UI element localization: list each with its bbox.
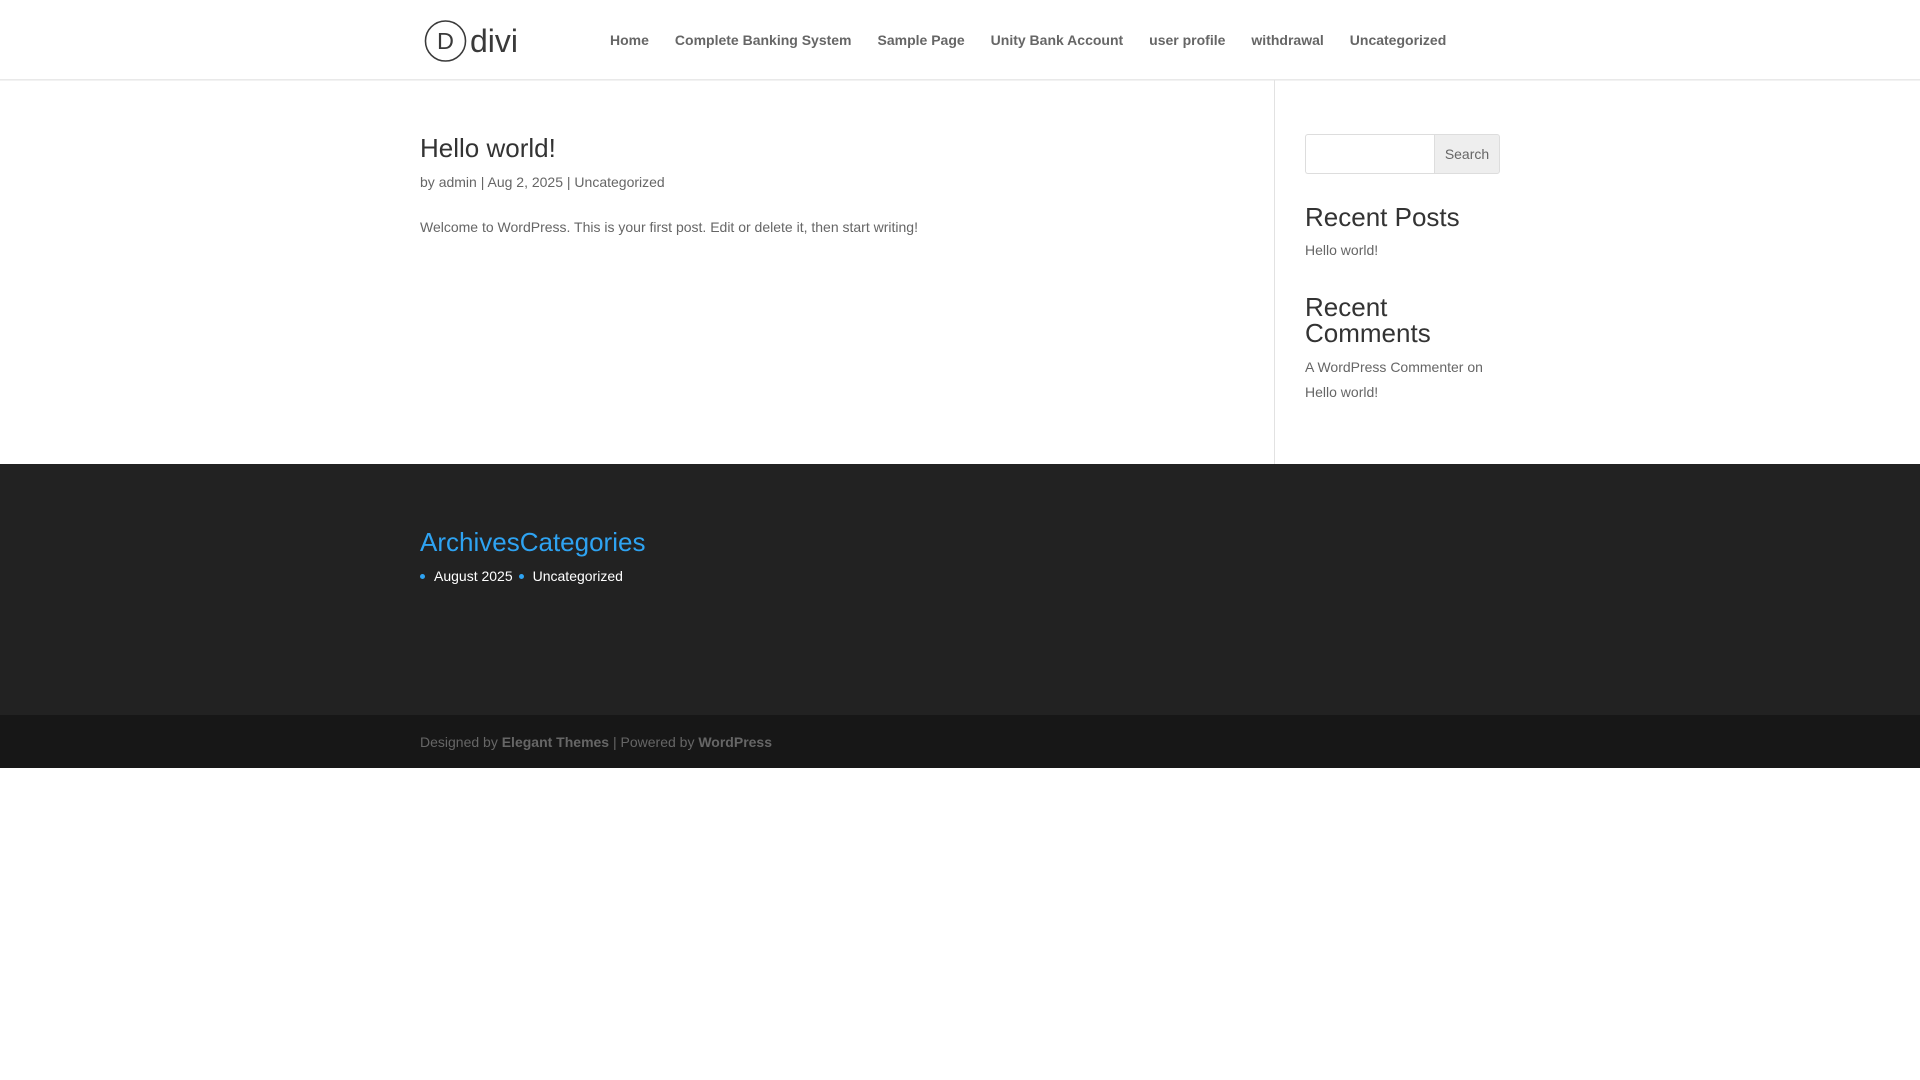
credits-designed-by: Designed by <box>420 734 498 750</box>
main-content: Hello world! by admin | Aug 2, 2025 | Un… <box>420 80 1275 464</box>
meta-prefix: by <box>420 174 435 190</box>
credits-powered-by: | Powered by <box>612 734 695 750</box>
search-input[interactable] <box>1305 134 1434 174</box>
footer-credits: Designed by Elegant Themes | Powered by … <box>420 732 772 752</box>
nav-item-uncategorized[interactable]: Uncategorized <box>1350 32 1446 48</box>
divi-logo-icon: D <box>424 20 467 62</box>
recent-comments-title: Recent Comments <box>1305 292 1431 348</box>
recent-post-link[interactable]: Hello world! <box>1305 238 1378 263</box>
elegant-themes-link[interactable]: Elegant Themes <box>502 734 609 750</box>
meta-separator: | <box>480 174 485 190</box>
bullet-icon <box>518 573 524 579</box>
post-meta: by admin | Aug 2, 2025 | Uncategorized <box>420 172 665 192</box>
post-category-link[interactable]: Uncategorized <box>574 174 664 190</box>
sidebar-divider <box>1274 80 1275 464</box>
nav-item-complete-banking-system[interactable]: Complete Banking System <box>675 32 852 48</box>
bullet-icon <box>420 573 425 579</box>
category-link-uncategorized[interactable]: Uncategorized <box>533 566 623 586</box>
post-title[interactable]: Hello world! <box>420 130 556 166</box>
comment-on-text: on <box>1467 359 1483 375</box>
site-header: D divi Home Complete Banking System Samp… <box>0 0 1920 80</box>
nav-item-user-profile[interactable]: user profile <box>1149 32 1225 48</box>
wordpress-link[interactable]: WordPress <box>698 734 772 750</box>
nav-item-home[interactable]: Home <box>610 32 649 48</box>
post-date: Aug 2, 2025 <box>487 174 563 190</box>
logo-text: divi <box>469 23 518 59</box>
footer-widgets: Archives Categories August 2025 Uncatego… <box>0 464 1920 715</box>
footer-widget-titles: Archives Categories <box>420 527 645 557</box>
recent-comment: A WordPress Commenter on <box>1305 355 1483 380</box>
search-form: Search <box>1305 134 1500 174</box>
search-button[interactable]: Search <box>1434 134 1500 174</box>
nav-item-withdrawal[interactable]: withdrawal <box>1251 32 1323 48</box>
recent-posts-title: Recent Posts <box>1305 202 1460 232</box>
archive-link-august-2025[interactable]: August 2025 <box>434 566 513 586</box>
footer-list: August 2025 Uncategorized <box>420 566 629 586</box>
svg-text:D: D <box>437 28 454 54</box>
categories-title: Categories <box>519 527 646 557</box>
post-author-link[interactable]: admin <box>439 174 477 190</box>
site-logo[interactable]: D divi <box>424 19 518 63</box>
nav-item-unity-bank-account[interactable]: Unity Bank Account <box>991 32 1124 48</box>
footer-bottom-bar: Designed by Elegant Themes | Powered by … <box>0 715 1920 768</box>
sidebar: Search Recent Posts Hello world! Recent … <box>1305 80 1501 464</box>
post-excerpt: Welcome to WordPress. This is your first… <box>420 219 918 235</box>
comment-post-link[interactable]: Hello world! <box>1305 380 1378 405</box>
meta-separator: | <box>566 174 571 190</box>
archives-title: Archives <box>420 527 520 557</box>
comment-author-link[interactable]: A WordPress Commenter <box>1305 359 1463 375</box>
main-nav: Home Complete Banking System Sample Page… <box>610 0 1446 80</box>
nav-item-sample-page[interactable]: Sample Page <box>878 32 965 48</box>
